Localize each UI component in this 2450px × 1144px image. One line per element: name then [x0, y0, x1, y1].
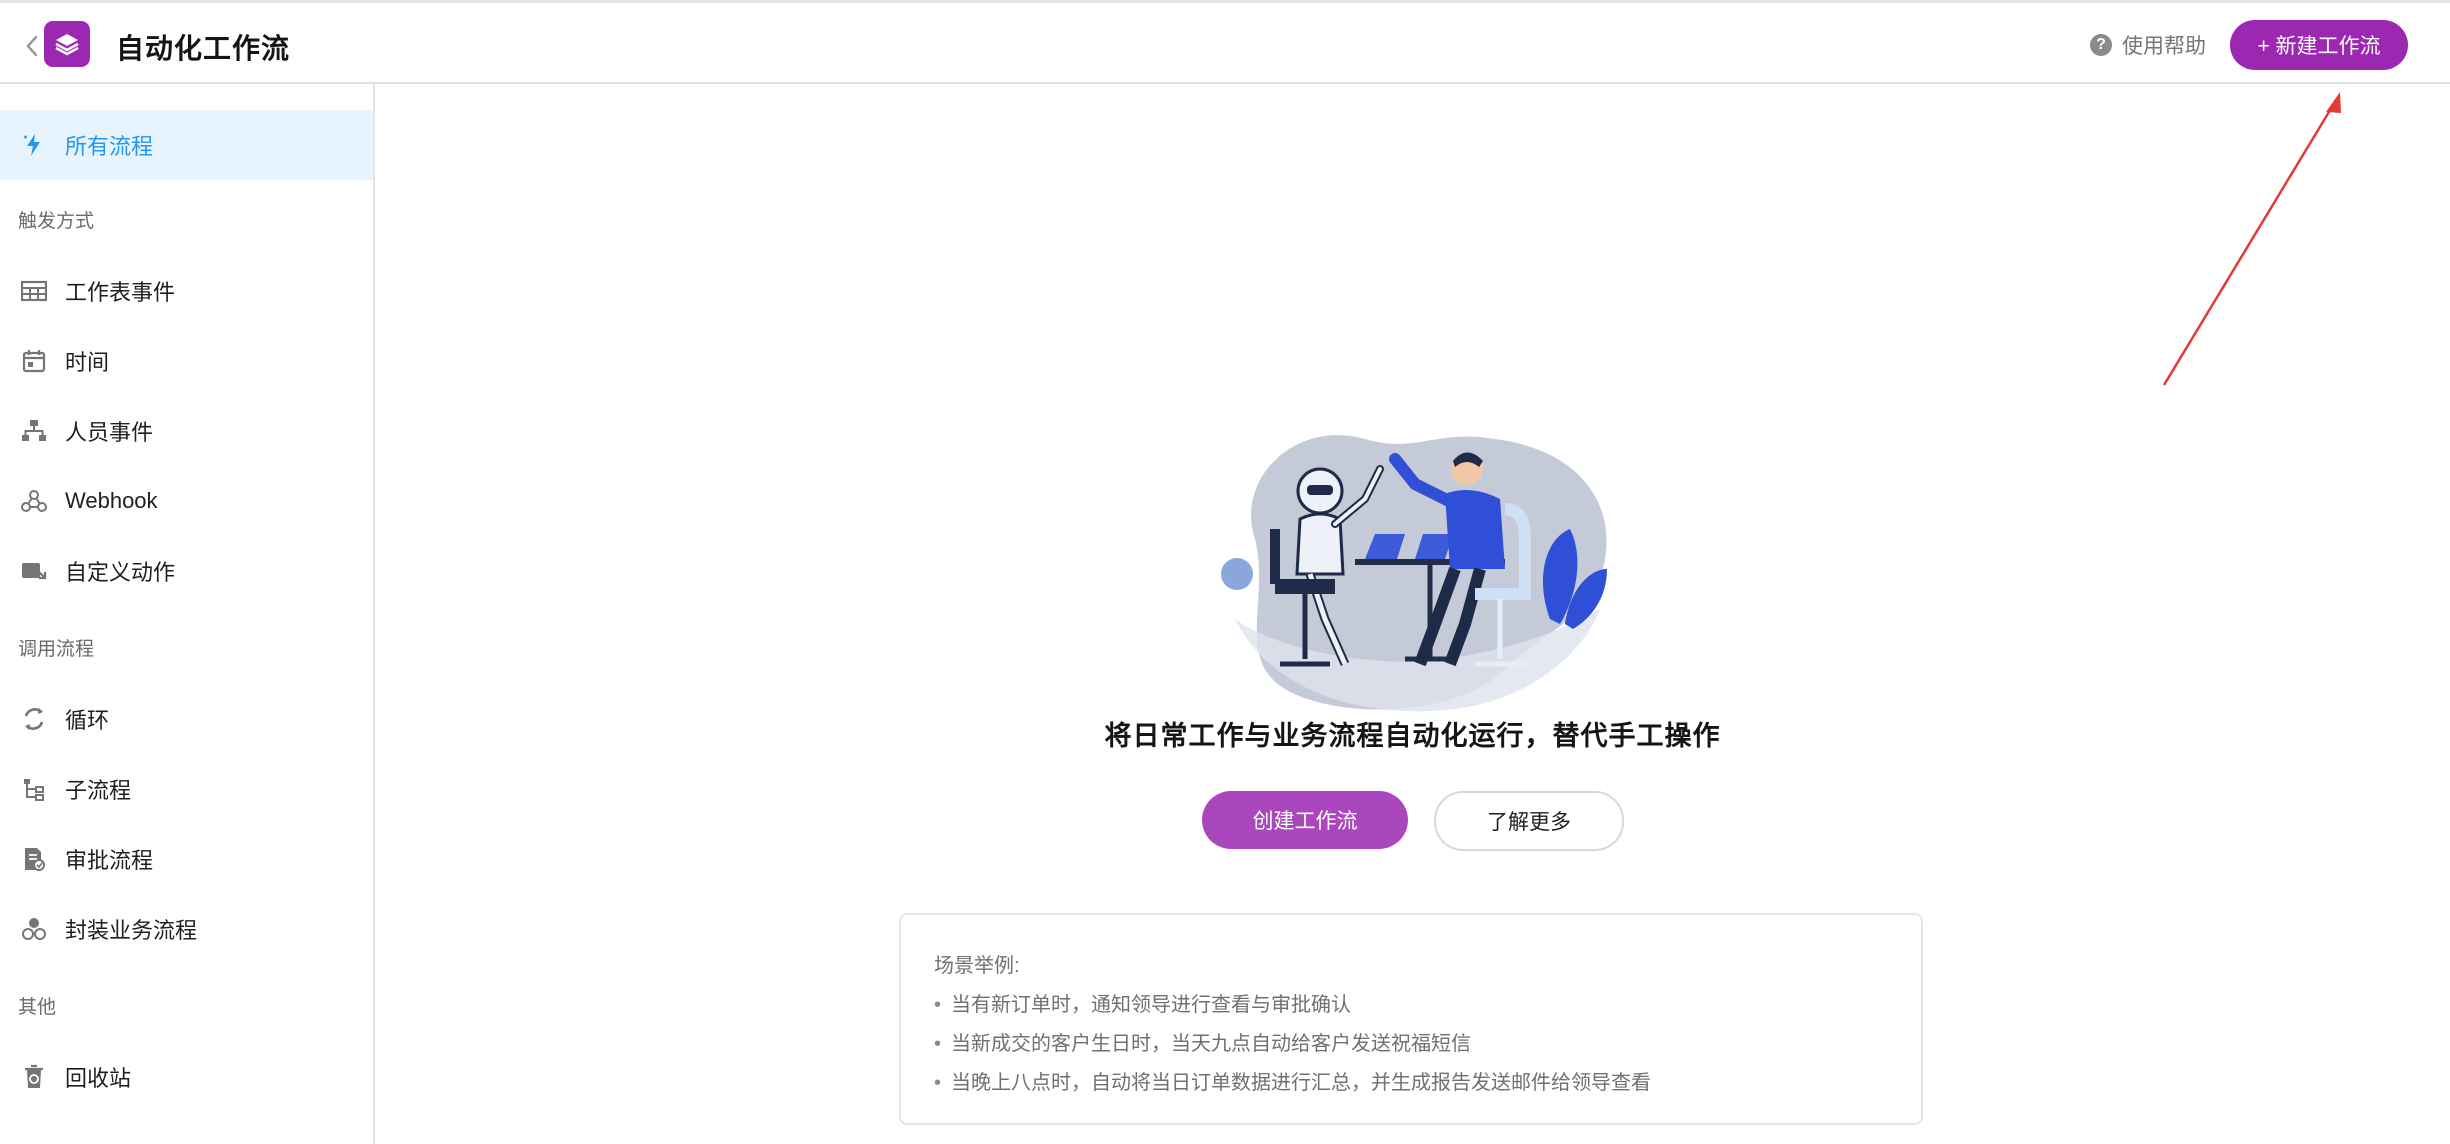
- sidebar-item-package-flow[interactable]: 封装业务流程: [0, 894, 373, 964]
- table-icon: [20, 277, 48, 305]
- calendar-icon: [20, 347, 48, 375]
- webhook-icon: [20, 487, 48, 515]
- sidebar-item-approval[interactable]: 审批流程: [0, 824, 373, 894]
- subprocess-icon: [20, 775, 48, 803]
- sidebar-item-time[interactable]: 时间: [0, 326, 373, 396]
- loop-icon: [20, 705, 48, 733]
- top-bar: 自动化工作流 ? 使用帮助 + 新建工作流: [0, 0, 2450, 84]
- question-icon: ?: [2090, 34, 2112, 56]
- group-label-other: 其他: [18, 997, 57, 1018]
- main-content: 将日常工作与业务流程自动化运行，替代手工操作 创建工作流 了解更多 场景举例: …: [375, 84, 2450, 1144]
- empty-state-tagline: 将日常工作与业务流程自动化运行，替代手工操作: [1104, 721, 1721, 751]
- sidebar-item-member-event[interactable]: 人员事件: [0, 396, 373, 466]
- org-chart-icon: [20, 417, 48, 445]
- group-label-invoke: 调用流程: [18, 639, 95, 660]
- sidebar-item-label: 人员事件: [65, 420, 154, 445]
- sidebar-item-recycle-bin[interactable]: 回收站: [0, 1042, 373, 1112]
- example-item: 当有新订单时，通知领导进行查看与审批确认: [934, 988, 1351, 1017]
- group-label-trigger: 触发方式: [18, 211, 95, 232]
- back-chevron-icon[interactable]: [22, 31, 44, 61]
- example-item: 当晚上八点时，自动将当日订单数据进行汇总，并生成报告发送邮件给领导查看: [934, 1066, 1651, 1095]
- help-label: 使用帮助: [2122, 35, 2206, 58]
- sidebar-item-loop[interactable]: 循环: [0, 684, 373, 754]
- trash-icon: [20, 1063, 48, 1091]
- sidebar-item-label: 回收站: [65, 1066, 132, 1091]
- sidebar-item-webhook[interactable]: Webhook: [0, 466, 373, 536]
- sidebar-item-label: 时间: [65, 350, 110, 375]
- sidebar-item-label: 所有流程: [65, 134, 154, 159]
- custom-action-icon: [20, 557, 48, 585]
- sidebar-item-all-flows[interactable]: 所有流程: [0, 110, 373, 180]
- sidebar-item-label: 工作表事件: [65, 280, 176, 305]
- sidebar-item-label: 子流程: [65, 778, 132, 803]
- flash-icon: [20, 131, 48, 159]
- page-title: 自动化工作流: [116, 33, 291, 64]
- package-icon: [20, 915, 48, 943]
- sidebar-item-label: Webhook: [65, 488, 158, 513]
- sidebar-item-label: 审批流程: [65, 848, 154, 873]
- create-workflow-button[interactable]: 创建工作流: [1202, 791, 1408, 849]
- sidebar-item-label: 封装业务流程: [65, 918, 198, 943]
- sidebar: 所有流程 触发方式 工作表事件 时间 人员事件 Webhook 自定义动作 调用…: [0, 84, 375, 1144]
- sidebar-item-custom-action[interactable]: 自定义动作: [0, 536, 373, 606]
- sidebar-item-label: 自定义动作: [65, 560, 176, 585]
- learn-more-button[interactable]: 了解更多: [1434, 791, 1624, 851]
- sidebar-item-sheet-event[interactable]: 工作表事件: [0, 256, 373, 326]
- sidebar-item-subprocess[interactable]: 子流程: [0, 754, 373, 824]
- sidebar-item-label: 循环: [65, 708, 110, 733]
- app-logo-icon: [44, 21, 90, 67]
- robot-human-highfive-illustration: [1221, 435, 1607, 712]
- example-item: 当新成交的客户生日时，当天九点自动给客户发送祝福短信: [934, 1027, 1471, 1056]
- help-link[interactable]: ? 使用帮助: [2090, 29, 2206, 61]
- new-workflow-button[interactable]: + 新建工作流: [2230, 20, 2408, 70]
- approval-icon: [20, 845, 48, 873]
- examples-title: 场景举例:: [934, 955, 1020, 977]
- annotation-arrow-icon: [2162, 92, 2341, 386]
- scenario-examples-box: 场景举例: 当有新订单时，通知领导进行查看与审批确认 当新成交的客户生日时，当天…: [899, 913, 1923, 1125]
